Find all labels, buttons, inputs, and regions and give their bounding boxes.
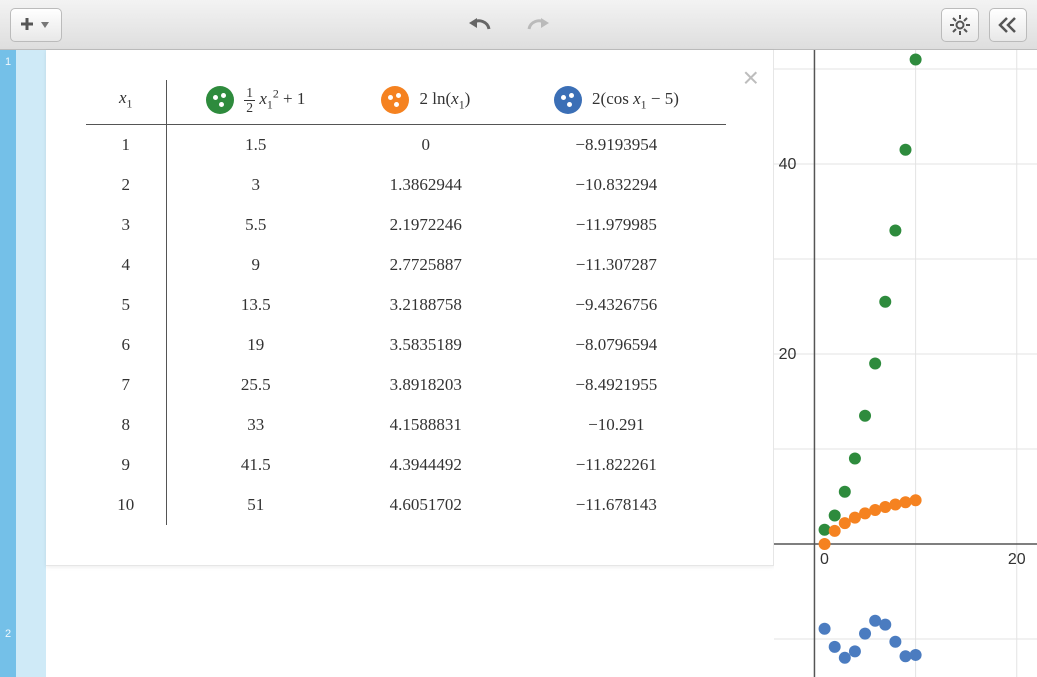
table-cell[interactable]: 4.3944492 [345, 445, 507, 485]
table-cell[interactable]: −11.979985 [507, 205, 726, 245]
table-cell[interactable]: 3 [166, 165, 345, 205]
row-number-1: 1 [5, 56, 11, 68]
data-table: x1 12 x12 + 1 2 ln(x1) 2(c [86, 80, 726, 525]
table-cell[interactable]: 6 [86, 325, 166, 365]
col-header-series-2[interactable]: 2 ln(x1) [345, 80, 507, 125]
undo-button[interactable] [459, 8, 503, 42]
table-cell[interactable]: 3.5835189 [345, 325, 507, 365]
table-cell[interactable]: −11.678143 [507, 485, 726, 525]
table-cell[interactable]: −11.307287 [507, 245, 726, 285]
table-cell[interactable]: −8.9193954 [507, 125, 726, 165]
add-expression-button[interactable] [10, 8, 62, 42]
table-cell[interactable]: 3.2188758 [345, 285, 507, 325]
graph-pane[interactable]: 40 20 0 20 [774, 50, 1037, 677]
table-cell[interactable]: 3.8918203 [345, 365, 507, 405]
table-cell[interactable]: 5.5 [166, 205, 345, 245]
table-cell[interactable]: 4.6051702 [345, 485, 507, 525]
row-gutter: 1 2 [0, 50, 16, 677]
col-header-x[interactable]: x1 [86, 80, 166, 125]
series-2-color-icon[interactable] [381, 86, 409, 114]
col-header-series-1-label: 12 x12 + 1 [244, 89, 305, 108]
col-header-series-2-label: 2 ln(x1) [420, 89, 471, 108]
svg-text:20: 20 [779, 346, 797, 363]
table-row: 513.53.2188758−9.4326756 [86, 285, 726, 325]
table-cell[interactable]: 13.5 [166, 285, 345, 325]
table-row: 6193.5835189−8.0796594 [86, 325, 726, 365]
table-cell[interactable]: 9 [86, 445, 166, 485]
table-cell[interactable]: 41.5 [166, 445, 345, 485]
table-cell[interactable]: −8.4921955 [507, 365, 726, 405]
table-cell[interactable]: −9.4326756 [507, 285, 726, 325]
table-cell[interactable]: 5 [86, 285, 166, 325]
table-cell[interactable]: 1.3862944 [345, 165, 507, 205]
expression-tab-strip[interactable] [16, 50, 46, 677]
svg-text:0: 0 [820, 551, 829, 568]
table-cell[interactable]: −11.822261 [507, 445, 726, 485]
series-1-color-icon[interactable] [206, 86, 234, 114]
svg-text:20: 20 [1008, 551, 1026, 568]
graph-canvas[interactable]: 40 20 0 20 [774, 50, 1037, 677]
chevron-double-left-icon [998, 17, 1018, 33]
table-cell[interactable]: 4.1588831 [345, 405, 507, 445]
table-row: 8334.1588831−10.291 [86, 405, 726, 445]
settings-button[interactable] [941, 8, 979, 42]
table-cell[interactable]: −10.291 [507, 405, 726, 445]
gear-icon [950, 15, 970, 35]
table-cell[interactable]: 2.1972246 [345, 205, 507, 245]
table-row: 10514.6051702−11.678143 [86, 485, 726, 525]
close-icon[interactable]: × [743, 64, 759, 92]
redo-button[interactable] [515, 8, 559, 42]
col-header-series-3[interactable]: 2(cos x1 − 5) [507, 80, 726, 125]
table-cell[interactable]: −10.832294 [507, 165, 726, 205]
table-cell[interactable]: 19 [166, 325, 345, 365]
series-3-color-icon[interactable] [554, 86, 582, 114]
table-cell[interactable]: 1.5 [166, 125, 345, 165]
table-row: 492.7725887−11.307287 [86, 245, 726, 285]
table-cell[interactable]: 51 [166, 485, 345, 525]
toolbar [0, 0, 1037, 50]
table-cell[interactable]: 4 [86, 245, 166, 285]
table-cell[interactable]: 25.5 [166, 365, 345, 405]
svg-text:40: 40 [779, 156, 797, 173]
table-expression-panel: × x1 12 x12 + 1 2 ln(x1) [46, 50, 774, 566]
row-number-2: 2 [5, 628, 11, 640]
table-cell[interactable]: −8.0796594 [507, 325, 726, 365]
table-cell[interactable]: 0 [345, 125, 507, 165]
col-header-series-3-label: 2(cos x1 − 5) [592, 89, 679, 108]
col-header-series-1[interactable]: 12 x12 + 1 [166, 80, 345, 125]
table-cell[interactable]: 2 [86, 165, 166, 205]
table-cell[interactable]: 2.7725887 [345, 245, 507, 285]
table-row: 231.3862944−10.832294 [86, 165, 726, 205]
table-cell[interactable]: 7 [86, 365, 166, 405]
table-row: 941.54.3944492−11.822261 [86, 445, 726, 485]
table-row: 35.52.1972246−11.979985 [86, 205, 726, 245]
table-cell[interactable]: 8 [86, 405, 166, 445]
table-cell[interactable]: 10 [86, 485, 166, 525]
table-cell[interactable]: 1 [86, 125, 166, 165]
table-row: 11.50−8.9193954 [86, 125, 726, 165]
table-cell[interactable]: 3 [86, 205, 166, 245]
table-cell[interactable]: 9 [166, 245, 345, 285]
collapse-panel-button[interactable] [989, 8, 1027, 42]
table-row: 725.53.8918203−8.4921955 [86, 365, 726, 405]
table-body: 11.50−8.9193954231.3862944−10.83229435.5… [86, 125, 726, 525]
table-cell[interactable]: 33 [166, 405, 345, 445]
